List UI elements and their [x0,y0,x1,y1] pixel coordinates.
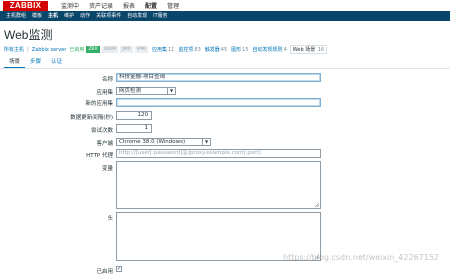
items-count: 83 [194,46,201,53]
submenu-it-services[interactable]: IT服务 [150,11,171,21]
http-proxy-label: HTTP 代理 [86,153,113,159]
submenu-templates[interactable]: 模板 [29,11,45,21]
jmx-badge: JMX [120,46,133,53]
new-application-input[interactable] [116,98,321,107]
web-scenarios-link[interactable]: Web 场景 16 [289,45,328,54]
zbx-badge: ZBX [86,46,100,53]
update-interval-input[interactable]: 120 [116,111,152,120]
agent-label: 客户端 [96,141,113,147]
snmp-badge: SNMP [101,46,119,53]
agent-select-value: Chrome 38.0 (Windows) [119,139,186,145]
enabled-checkbox[interactable]: ✓ [116,266,122,272]
web-scenarios-count: 16 [317,47,325,53]
breadcrumb-host[interactable]: Zabbix server [32,47,67,53]
breadcrumb-all-hosts[interactable]: 所有主机 [4,46,24,53]
graphs-count: 15 [242,46,249,53]
menu-configuration[interactable]: 配置 [140,2,163,11]
variables-label: 变量 [101,166,113,172]
triggers-link[interactable]: 触发器 [205,46,220,53]
submenu-maintenance[interactable]: 维护 [61,11,77,21]
ipmi-badge: IPMI [134,46,148,53]
name-input[interactable]: 科技金融-项目查询 [116,73,321,82]
submenu-host-groups[interactable]: 主机群组 [3,11,29,21]
submenu-actions[interactable]: 动作 [77,11,93,21]
menu-inventory[interactable]: 资产记录 [84,2,118,11]
submenu-discovery[interactable]: 自动发现 [124,11,150,21]
discovery-rules-link[interactable]: 自动发现规则 [253,46,283,53]
discovery-rules-count: 4 [283,46,287,53]
tab-steps[interactable]: 步骤 [25,57,46,67]
top-header: ZABBIX 监测中 资产记录 报表 配置 管理 [0,0,450,11]
main-menu: 监测中 资产记录 报表 配置 管理 [56,2,184,11]
tab-authentication[interactable]: 认证 [46,57,67,67]
watermark: https://blog.csdn.net/weixin_42267152 [283,253,440,262]
variables-textarea[interactable] [116,161,321,209]
resize-grip-icon[interactable] [315,203,319,207]
host-status[interactable]: 已启用 [69,46,84,53]
new-application-label: 新的应用集 [85,101,113,107]
chevron-down-icon: ▼ [202,139,210,145]
http-proxy-input[interactable]: http://[user[:password]@]proxy.example.c… [116,149,321,158]
menu-administration[interactable]: 管理 [162,2,184,11]
application-label: 应用集 [96,90,113,96]
application-select[interactable]: 网页检测 ▼ [116,87,176,95]
attempts-label: 尝试次数 [90,128,113,134]
applications-count: 11 [168,46,175,53]
triggers-count: 45 [220,46,228,53]
page-title: Web监测 [4,28,53,42]
applications-link[interactable]: 应用集 [152,46,167,53]
application-select-value: 网页检测 [119,88,142,94]
agent-select[interactable]: Chrome 38.0 (Windows) ▼ [116,138,211,146]
menu-reports[interactable]: 报表 [118,2,140,11]
name-label: 名称 [101,77,113,83]
submenu-correlation[interactable]: 关联项事件 [93,11,124,21]
attempts-input[interactable]: 1 [116,124,152,133]
enabled-label: 已启用 [96,269,113,275]
headers-label: 头 [107,216,113,222]
update-interval-label: 数据更新间隔(秒) [70,115,113,121]
breadcrumb-separator: / [27,46,29,53]
graphs-link[interactable]: 图形 [231,46,241,53]
tab-divider [0,68,450,69]
items-link[interactable]: 监控项 [178,46,193,53]
menu-monitoring[interactable]: 监测中 [56,2,84,11]
breadcrumb: 所有主机 / Zabbix server 已启用 ZBX SNMP JMX IP… [4,44,328,55]
zabbix-logo[interactable]: ZABBIX [3,1,48,11]
submenu-hosts[interactable]: 主机 [45,11,61,21]
chevron-down-icon: ▼ [167,88,175,94]
sub-menu-bar: 主机群组 模板 主机 维护 动作 关联项事件 自动发现 IT服务 [0,11,450,21]
web-scenarios-label: Web 场景 [292,47,316,53]
